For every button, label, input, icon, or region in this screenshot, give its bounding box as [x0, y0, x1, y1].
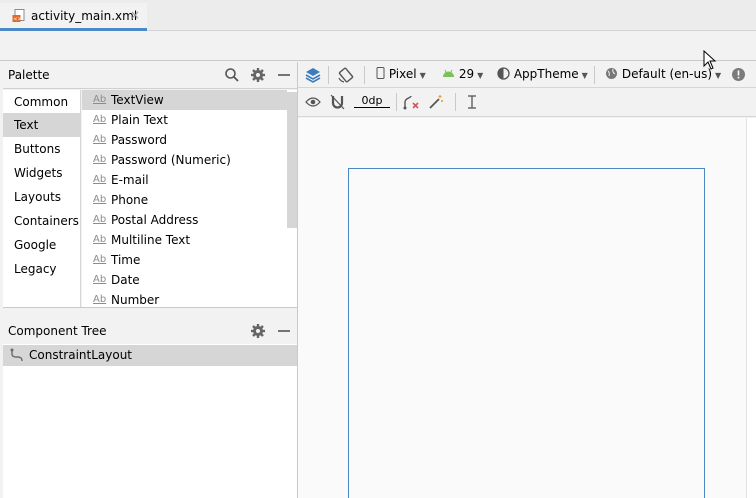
component-tree-title: Component Tree — [8, 324, 107, 338]
palette-item[interactable]: Ab Time — [82, 250, 287, 270]
close-icon[interactable]: × — [130, 8, 140, 22]
text-widget-icon: Ab — [93, 254, 107, 265]
chevron-down-icon: ▼ — [477, 71, 484, 80]
guidelines-icon[interactable] — [465, 94, 479, 110]
phone-icon — [376, 67, 385, 79]
palette-item[interactable]: Ab Date — [82, 270, 287, 290]
magic-wand-icon[interactable] — [428, 94, 444, 110]
text-widget-icon: Ab — [93, 214, 107, 225]
text-widget-icon: Ab — [93, 274, 107, 285]
text-widget-icon: Ab — [93, 234, 107, 245]
eye-icon[interactable] — [305, 96, 321, 108]
palette-item[interactable]: Ab Phone — [82, 190, 287, 210]
gear-icon[interactable] — [250, 67, 266, 83]
text-widget-icon: Ab — [93, 294, 107, 305]
design-toolbar: Pixel ▼ 29 ▼ AppTheme ▼ Default (en-us) ▼ — [298, 62, 756, 88]
minimize-icon[interactable] — [276, 67, 292, 83]
warning-icon[interactable] — [731, 67, 746, 82]
text-widget-icon: Ab — [93, 194, 107, 205]
palette-item[interactable]: Ab Plain Text — [82, 110, 287, 130]
tab-activity-main[interactable]: <> activity_main.xml × — [0, 3, 147, 31]
palette-scrollbar-thumb[interactable] — [287, 92, 297, 228]
palette-items: Ab TextView Ab Plain Text Ab Password Ab Pas… — [82, 90, 297, 307]
theme-icon — [497, 67, 510, 80]
default-margin-field[interactable]: 0dp — [354, 94, 390, 108]
theme-selector[interactable]: AppTheme ▼ — [497, 67, 588, 81]
palette-categories: Common Text Buttons Widgets Layouts Cont… — [3, 90, 81, 307]
palette-header: Palette — [3, 62, 297, 89]
component-tree-header: Component Tree — [3, 318, 297, 344]
category-widgets[interactable]: Widgets — [3, 161, 81, 185]
constraint-layout-icon — [10, 348, 23, 362]
text-widget-icon: Ab — [93, 154, 107, 165]
android-icon — [443, 69, 454, 77]
orientation-icon[interactable] — [337, 66, 355, 84]
category-legacy[interactable]: Legacy — [3, 257, 81, 281]
device-label: Pixel — [388, 67, 417, 81]
search-icon[interactable] — [224, 67, 240, 83]
clear-constraints-icon[interactable] — [402, 94, 420, 110]
breadcrumb-strip — [0, 31, 756, 61]
category-layouts[interactable]: Layouts — [3, 185, 81, 209]
toolbar-separator — [594, 66, 595, 84]
palette-title: Palette — [8, 68, 50, 82]
chevron-down-icon: ▼ — [715, 71, 722, 80]
text-widget-icon: Ab — [93, 134, 107, 145]
device-selector[interactable]: Pixel ▼ — [376, 67, 426, 81]
palette-item[interactable]: Ab Postal Address — [82, 210, 287, 230]
api-level-label: 29 — [458, 67, 475, 81]
tab-label: activity_main.xml — [31, 9, 138, 23]
palette-item[interactable]: Ab Password (Numeric) — [82, 150, 287, 170]
palette-item[interactable]: Ab Multiline Text — [82, 230, 287, 250]
minimize-icon[interactable] — [276, 323, 292, 339]
palette-item[interactable]: Ab Number — [82, 290, 287, 307]
layers-icon[interactable] — [304, 66, 322, 84]
text-widget-icon: Ab — [93, 174, 107, 185]
chevron-down-icon: ▼ — [419, 71, 426, 80]
svg-text:<>: <> — [13, 17, 21, 23]
magnet-icon[interactable] — [330, 94, 345, 110]
text-widget-icon: Ab — [93, 114, 107, 125]
gear-icon[interactable] — [250, 323, 266, 339]
category-google[interactable]: Google — [3, 233, 81, 257]
api-level-selector[interactable]: 29 ▼ — [442, 67, 483, 81]
palette-item[interactable]: Ab E-mail — [82, 170, 287, 190]
tree-node-label: ConstraintLayout — [29, 348, 133, 362]
device-blueprint[interactable] — [348, 168, 705, 498]
panel-divider[interactable] — [3, 307, 297, 308]
chevron-down-icon: ▼ — [581, 71, 588, 80]
text-widget-icon: Ab — [93, 94, 107, 105]
toolbar-separator — [328, 66, 329, 84]
component-tree: ConstraintLayout — [3, 344, 297, 498]
constraint-toolbar: 0dp — [298, 89, 756, 117]
tree-node-constraintlayout[interactable]: ConstraintLayout — [3, 345, 297, 366]
theme-label: AppTheme — [513, 67, 579, 81]
toolbar-separator — [455, 93, 456, 111]
category-text[interactable]: Text — [3, 113, 81, 137]
palette-item[interactable]: Ab Password — [82, 130, 287, 150]
palette-item[interactable]: Ab TextView — [82, 90, 287, 110]
mouse-cursor-icon — [703, 50, 717, 70]
category-containers[interactable]: Containers — [3, 209, 81, 233]
category-common[interactable]: Common — [3, 90, 81, 114]
canvas-right-edge — [746, 118, 756, 498]
globe-icon — [606, 68, 617, 79]
toolbar-separator — [364, 66, 365, 84]
editor-tab-bar: <> activity_main.xml × — [0, 0, 756, 31]
locale-label: Default (en-us) — [621, 67, 713, 81]
category-buttons[interactable]: Buttons — [3, 137, 81, 161]
toolbar-separator — [396, 93, 397, 111]
xml-file-icon: <> — [12, 9, 25, 23]
